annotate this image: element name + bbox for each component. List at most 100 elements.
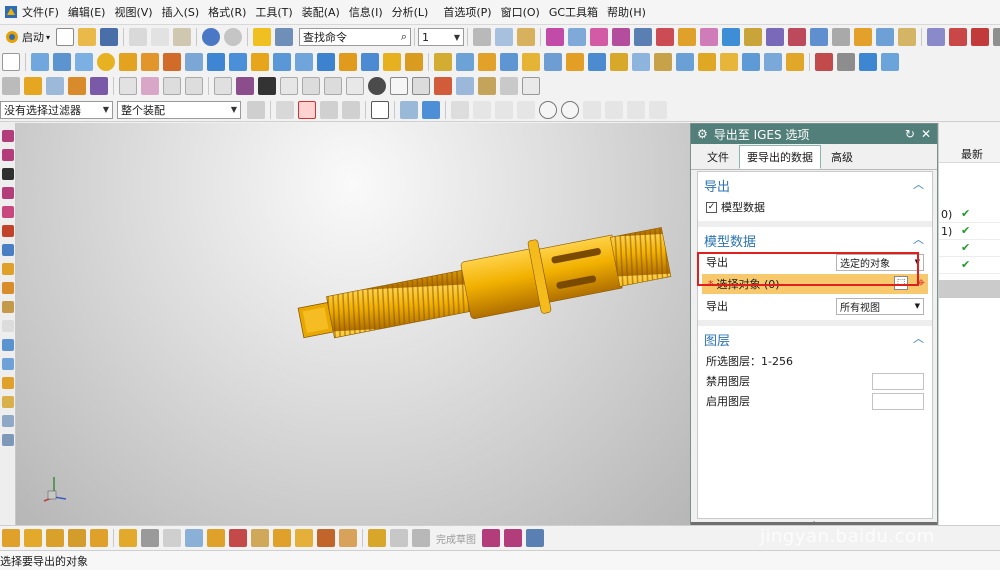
type-filter-select[interactable]: 没有选择过滤器 ▼ (0, 100, 113, 119)
pad-icon[interactable] (229, 52, 247, 71)
arrange-icon[interactable] (273, 529, 291, 547)
sketch-finish-icon[interactable] (412, 529, 430, 547)
navigator-row[interactable]: ✔ (939, 257, 1000, 274)
section-view-icon[interactable] (185, 77, 203, 95)
parts-list-icon[interactable] (412, 77, 430, 95)
trim-body-icon[interactable] (544, 52, 562, 71)
section-tool-icon[interactable] (2, 396, 14, 408)
ruler-icon[interactable] (898, 28, 917, 46)
arc-tool-icon[interactable] (2, 149, 14, 161)
menu-help[interactable]: 帮助(H) (607, 4, 646, 20)
gc-bearing-icon[interactable] (522, 77, 540, 95)
select-object-button[interactable]: ⬚ (894, 276, 908, 290)
patch-icon[interactable] (676, 52, 694, 71)
xyz-coordinate-icon[interactable] (346, 77, 364, 95)
split-body-icon[interactable] (566, 52, 584, 71)
mate-component-icon[interactable] (68, 529, 86, 547)
projected-view-icon[interactable] (163, 77, 181, 95)
enabled-layers-input[interactable] (872, 392, 924, 410)
menu-gc-toolbox[interactable]: GC工具箱 (549, 4, 598, 20)
collapse-icon[interactable]: ︿ (913, 231, 924, 250)
divide-curve-icon[interactable] (810, 28, 829, 46)
measure-angle-icon[interactable] (854, 28, 873, 46)
weld-symbol-icon[interactable] (324, 77, 342, 95)
menu-window[interactable]: 窗口(O) (501, 4, 540, 20)
balloon-icon[interactable] (434, 77, 452, 95)
menu-insert[interactable]: 插入(S) (162, 4, 200, 20)
cut-icon[interactable] (129, 28, 148, 46)
graphics-window[interactable] (16, 123, 690, 525)
sew-icon[interactable] (654, 52, 672, 71)
gc-gear-icon[interactable] (478, 77, 496, 95)
dimension-icon[interactable] (214, 77, 232, 95)
intersect-icon[interactable] (383, 52, 401, 71)
crosshair-icon[interactable]: ⌖ (917, 275, 925, 291)
collapse-icon[interactable]: ︿ (913, 330, 924, 349)
tolerance-icon[interactable] (236, 77, 254, 95)
csys-icon[interactable] (568, 28, 587, 46)
component-array-icon[interactable] (229, 529, 247, 547)
model-data-section-header[interactable]: 模型数据 ︿ (698, 227, 932, 252)
render-style-icon[interactable] (837, 52, 855, 71)
orient-view-icon[interactable] (859, 52, 877, 71)
disabled-layers-input[interactable] (872, 372, 924, 390)
extrude-icon[interactable] (119, 52, 137, 71)
curvature-icon[interactable] (949, 28, 968, 46)
move-component-icon[interactable] (46, 529, 64, 547)
new-icon[interactable] (56, 28, 75, 46)
thicken-icon[interactable] (720, 52, 738, 71)
scale-body-icon[interactable] (522, 52, 540, 71)
slot-icon[interactable] (251, 52, 269, 71)
shaded-icon[interactable] (881, 52, 899, 71)
model-data-checkbox-row[interactable]: ✓ 模型数据 (698, 197, 932, 217)
measure-distance-icon[interactable] (832, 28, 851, 46)
constraint-navigator-icon[interactable] (390, 529, 408, 547)
snap-point-icon[interactable] (276, 100, 294, 119)
navigator-row[interactable]: ✔ (939, 240, 1000, 257)
gc-data-icon[interactable] (68, 77, 86, 95)
sphere-icon[interactable] (97, 52, 115, 71)
cylinder-icon[interactable] (53, 52, 71, 71)
surface-tool-icon[interactable] (2, 339, 14, 351)
assembly-sequence-icon[interactable] (141, 529, 159, 547)
isoparametric-curve-icon[interactable] (504, 529, 522, 547)
block-icon[interactable] (31, 52, 49, 71)
gc-spring-icon[interactable] (90, 77, 108, 95)
export-section-header[interactable]: 导出 ︿ (698, 172, 932, 197)
curve-on-surface-icon[interactable] (482, 529, 500, 547)
thicken-tool-icon[interactable] (2, 434, 14, 446)
assembly-constraint-icon[interactable] (2, 529, 20, 547)
tab-data-to-export[interactable]: 要导出的数据 (739, 145, 821, 169)
add-component-icon[interactable] (24, 529, 42, 547)
fit-symbol-icon[interactable] (258, 77, 276, 95)
tube-icon[interactable] (742, 52, 760, 71)
text-abc-icon[interactable] (280, 77, 298, 95)
export-views-select[interactable]: 所有视图 ▼ (836, 297, 924, 315)
replace-component-icon[interactable] (185, 529, 203, 547)
chamfer-icon[interactable] (434, 52, 452, 71)
analysis-icon[interactable] (927, 28, 946, 46)
pattern-tool-icon[interactable] (2, 301, 14, 313)
intersection-snap-icon[interactable] (517, 100, 535, 119)
sweep-tool-icon[interactable] (2, 358, 14, 370)
table-icon[interactable] (390, 77, 408, 95)
sketch-icon[interactable] (700, 28, 719, 46)
draft-analysis-icon[interactable] (993, 28, 1000, 46)
draft-icon[interactable] (478, 52, 496, 71)
datum-plane-icon[interactable] (590, 28, 609, 46)
shell-icon[interactable] (456, 52, 474, 71)
arc-icon[interactable] (656, 28, 675, 46)
open-icon[interactable] (78, 28, 97, 46)
interference-icon[interactable] (317, 529, 335, 547)
point-constructor-icon[interactable] (546, 28, 565, 46)
arc-center-snap-icon[interactable] (539, 100, 557, 119)
tab-file[interactable]: 文件 (699, 145, 737, 169)
trim-tool-icon[interactable] (2, 244, 14, 256)
selection-scope-select[interactable]: 整个装配 ▼ (117, 100, 241, 119)
link-icon[interactable] (368, 529, 386, 547)
menu-tools[interactable]: 工具(T) (255, 4, 292, 20)
select-body-icon[interactable] (400, 100, 418, 119)
bridge-curve-icon[interactable] (766, 28, 785, 46)
search-command-input[interactable]: 查找命令 ⌕ (299, 28, 412, 46)
cone-icon[interactable] (75, 52, 93, 71)
